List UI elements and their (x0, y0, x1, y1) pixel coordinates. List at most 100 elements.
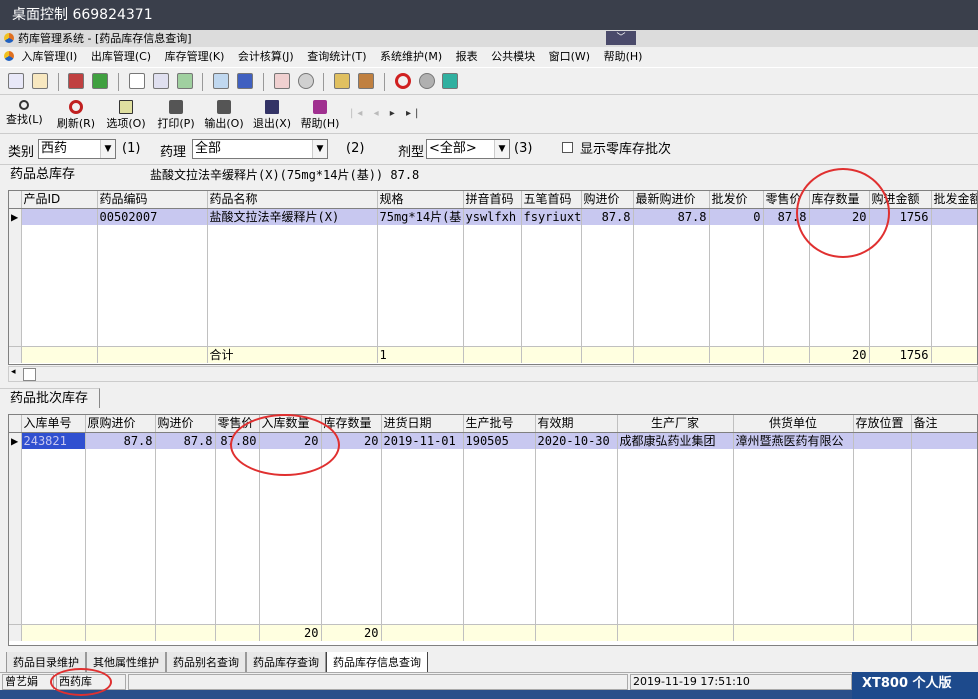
column-header[interactable]: 药品编码 (97, 191, 208, 209)
last-record-icon[interactable]: ▸| (406, 108, 422, 119)
book-icon[interactable] (68, 73, 85, 89)
menu-accounting[interactable]: 会计核算(J) (238, 50, 294, 63)
report-icon[interactable] (273, 73, 290, 89)
table-cell[interactable]: 漳州暨燕医药有限公 (733, 432, 854, 449)
column-header[interactable]: 有效期 (535, 415, 618, 433)
column-header[interactable]: 拼音首码 (463, 191, 522, 209)
menu-common[interactable]: 公共模块 (491, 50, 535, 63)
column-header[interactable]: 药品名称 (207, 191, 378, 209)
batch-footer-row: 20 20 (9, 623, 977, 641)
table-cell[interactable]: 00502007 (97, 208, 208, 225)
scroll-left-icon[interactable]: ◂ (11, 367, 16, 377)
menu-help[interactable]: 帮助(H) (604, 50, 643, 63)
record-navigator[interactable]: |◂ ◂ ▸ ▸| (350, 108, 422, 119)
scroll-thumb[interactable] (23, 368, 36, 381)
database-icon[interactable] (334, 73, 351, 89)
next-record-icon[interactable]: ▸ (390, 108, 399, 119)
menu-query[interactable]: 查询统计(T) (307, 50, 366, 63)
tab-drug-alias[interactable]: 药品别名查询 (166, 652, 246, 673)
menu-outbound[interactable]: 出库管理(C) (91, 50, 151, 63)
row-indicator-header (9, 415, 22, 433)
column-header[interactable]: 进货日期 (381, 415, 464, 433)
column-header[interactable]: 批发金额 (931, 191, 977, 209)
eraser-icon[interactable] (418, 73, 435, 89)
thermometer-icon[interactable] (358, 73, 375, 89)
window-icon[interactable] (237, 73, 254, 89)
table-row[interactable]: ▶ 243821 87.8 87.8 87.80 20 20 2019-11-0… (9, 432, 977, 449)
open-icon[interactable] (31, 73, 48, 89)
menu-reports[interactable]: 报表 (456, 50, 478, 63)
column-header[interactable]: 生产厂家 (617, 415, 734, 433)
column-header[interactable]: 供货单位 (733, 415, 854, 433)
table-cell[interactable]: 190505 (463, 432, 536, 449)
exit-icon[interactable] (442, 73, 459, 89)
options-button[interactable]: 选项(O) (106, 96, 146, 134)
table-cell[interactable]: 243821 (21, 432, 86, 449)
chart-icon[interactable] (213, 73, 230, 89)
first-record-icon[interactable]: |◂ (350, 108, 366, 119)
menu-inbound[interactable]: 入库管理(I) (22, 50, 78, 63)
refresh-button[interactable]: 刷新(R) (56, 96, 96, 134)
menu-window[interactable]: 窗口(W) (549, 50, 590, 63)
horizontal-scrollbar[interactable]: ◂ (8, 366, 978, 382)
table-cell[interactable] (931, 208, 977, 225)
pharmacology-select[interactable]: 全部 ▼ (192, 139, 328, 159)
table-cell[interactable]: 2019-11-01 (381, 432, 464, 449)
check-icon[interactable] (92, 73, 109, 89)
taskbar (0, 690, 852, 699)
chevron-down-icon[interactable]: ▼ (100, 140, 115, 158)
table-cell[interactable]: 成都康弘药业集团 (617, 432, 734, 449)
column-header[interactable]: 购进价 (155, 415, 216, 433)
column-header[interactable]: 产品ID (21, 191, 98, 209)
table-cell[interactable] (911, 432, 977, 449)
column-header[interactable]: 存放位置 (853, 415, 912, 433)
card-icon[interactable] (152, 73, 169, 89)
table-cell[interactable] (853, 432, 912, 449)
column-header[interactable]: 入库单号 (21, 415, 86, 433)
footer-cell (633, 345, 710, 363)
clipboard-icon[interactable] (128, 73, 145, 89)
dosage-form-select[interactable]: <全部> ▼ (426, 139, 510, 159)
prev-record-icon[interactable]: ◂ (374, 108, 383, 119)
table-cell[interactable]: 2020-10-30 (535, 432, 618, 449)
list-icon[interactable] (176, 73, 193, 89)
column-header[interactable]: 原购进价 (85, 415, 156, 433)
table-cell[interactable]: yswlfxh (463, 208, 522, 225)
tab-drug-stock[interactable]: 药品库存查询 (246, 652, 326, 673)
column-header[interactable]: 备注 (911, 415, 977, 433)
table-cell[interactable]: 87.8 (85, 432, 156, 449)
exit-button[interactable]: 退出(X) (252, 96, 292, 134)
export-button[interactable]: 输出(O) (204, 96, 244, 134)
zero-stock-checkbox[interactable] (562, 142, 573, 153)
magnifier-icon[interactable] (297, 73, 314, 89)
table-cell[interactable]: fsyriuxt (521, 208, 582, 225)
column-header[interactable]: 批发价 (709, 191, 764, 209)
menu-inventory[interactable]: 库存管理(K) (165, 50, 225, 63)
table-cell[interactable]: 75mg*14片(基 (377, 208, 464, 225)
tab-drug-stock-info[interactable]: 药品库存信息查询 (326, 652, 428, 673)
column-header[interactable]: 五笔首码 (521, 191, 582, 209)
window-dropdown-button[interactable]: ﹀ (606, 31, 636, 45)
chevron-down-icon[interactable]: ▼ (494, 140, 509, 158)
table-cell[interactable]: 87.8 (633, 208, 710, 225)
column-header[interactable]: 规格 (377, 191, 464, 209)
column-header[interactable]: 生产批号 (463, 415, 536, 433)
table-cell[interactable]: 盐酸文拉法辛缓释片(X) (207, 208, 378, 225)
toolbar-separator (118, 73, 120, 91)
column-header[interactable]: 最新购进价 (633, 191, 710, 209)
find-button[interactable]: 查找(L) (6, 96, 43, 134)
menu-system[interactable]: 系统维护(M) (380, 50, 442, 63)
category-select[interactable]: 西药 ▼ (38, 139, 116, 159)
column-header[interactable]: 购进价 (581, 191, 634, 209)
help-button[interactable]: 帮助(H) (300, 96, 340, 134)
table-cell[interactable] (21, 208, 98, 225)
footer-cell (911, 623, 977, 641)
table-cell[interactable]: 0 (709, 208, 764, 225)
table-cell[interactable]: 87.8 (155, 432, 216, 449)
batch-grid[interactable]: 入库单号 原购进价 购进价 零售价 入库数量 库存数量 进货日期 生产批号 有效… (8, 414, 978, 646)
table-cell[interactable]: 87.8 (581, 208, 634, 225)
print-button[interactable]: 打印(P) (156, 96, 196, 134)
new-icon[interactable] (8, 73, 24, 89)
stop-icon[interactable] (394, 73, 411, 89)
chevron-down-icon[interactable]: ▼ (312, 140, 327, 158)
